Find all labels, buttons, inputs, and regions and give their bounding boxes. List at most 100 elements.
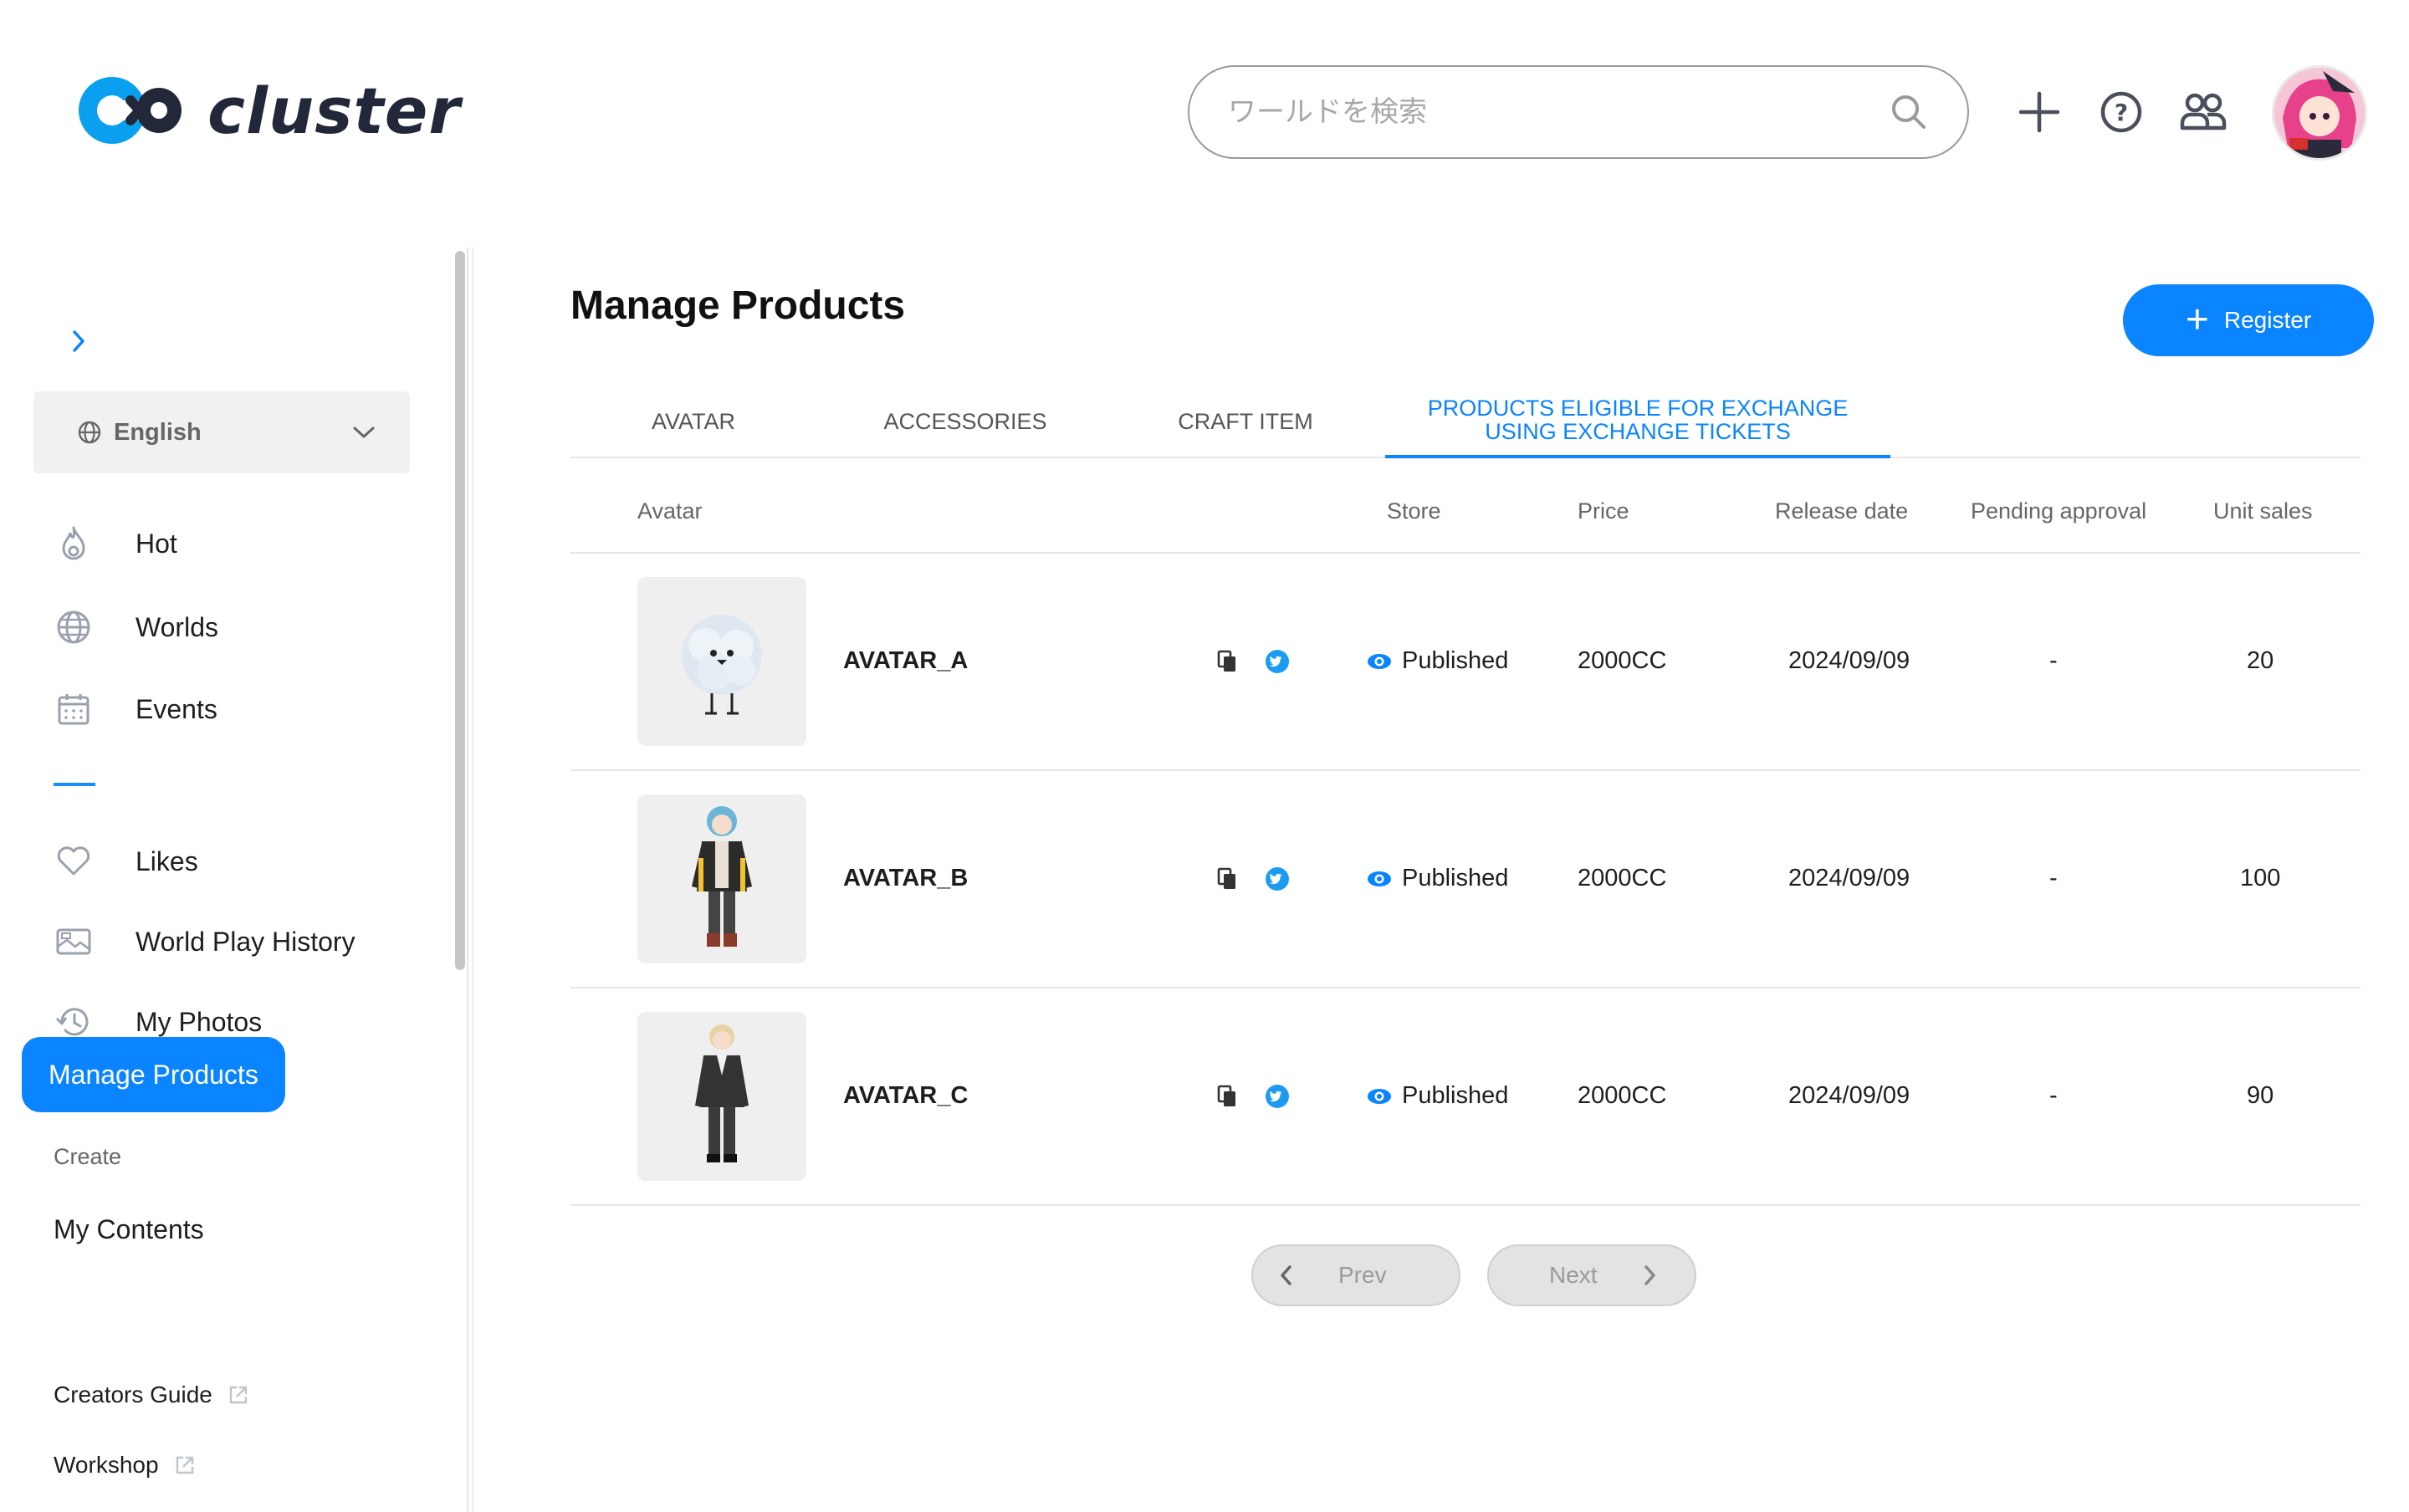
search-icon[interactable] bbox=[1889, 92, 1929, 132]
copy-link-button[interactable] bbox=[1215, 649, 1240, 674]
column-header-pending-approval: Pending approval bbox=[1971, 498, 2147, 524]
chevron-right-icon bbox=[1644, 1265, 1655, 1285]
sidebar-item-worlds[interactable]: Worlds bbox=[54, 602, 218, 652]
prev-page-button[interactable]: Prev bbox=[1251, 1244, 1460, 1306]
avatar-a-image bbox=[682, 615, 762, 715]
table-bottom-divider bbox=[570, 1204, 2360, 1206]
register-button[interactable]: + Register bbox=[2123, 284, 2374, 356]
cluster-logo[interactable]: cluster bbox=[72, 69, 461, 152]
content-divider bbox=[472, 248, 473, 1512]
sidebar-item-label: World Play History bbox=[136, 926, 355, 957]
sidebar-item-my-contents[interactable]: My Contents bbox=[54, 1214, 204, 1245]
heart-icon bbox=[54, 841, 94, 881]
clock-history-icon bbox=[54, 1002, 94, 1042]
eye-icon bbox=[1368, 871, 1391, 886]
column-header-store: Store bbox=[1387, 498, 1441, 524]
sidebar-item-likes[interactable]: Likes bbox=[54, 836, 198, 886]
create-section-label: Create bbox=[54, 1144, 122, 1169]
unit-sales-value: 90 bbox=[2247, 1082, 2274, 1109]
copy-icon bbox=[1217, 867, 1235, 889]
avatar-thumbnail[interactable] bbox=[637, 794, 806, 963]
product-name[interactable]: AVATAR_B bbox=[843, 865, 968, 892]
search-bar[interactable] bbox=[1188, 65, 1969, 159]
register-label: Register bbox=[2223, 307, 2312, 333]
chevron-left-icon bbox=[1281, 1265, 1291, 1285]
twitter-share-button[interactable] bbox=[1265, 649, 1290, 674]
price-value: 2000CC bbox=[1578, 647, 1667, 674]
pending-approval-value: - bbox=[2049, 647, 2058, 674]
unit-sales-value: 20 bbox=[2247, 647, 2274, 674]
release-date-value: 2024/09/09 bbox=[1788, 865, 1910, 891]
search-input[interactable] bbox=[1228, 95, 1889, 129]
row-divider bbox=[570, 987, 2360, 988]
sidebar-item-manage-products[interactable]: Manage Products bbox=[22, 1037, 285, 1112]
calendar-icon bbox=[54, 689, 94, 729]
copy-icon bbox=[1217, 650, 1235, 672]
pending-approval-value: - bbox=[2049, 865, 2058, 891]
copy-link-button[interactable] bbox=[1215, 1084, 1240, 1109]
eye-icon bbox=[1368, 1088, 1391, 1104]
chevron-down-icon bbox=[353, 427, 375, 438]
tab-avatar[interactable]: AVATAR bbox=[594, 385, 793, 458]
user-avatar[interactable] bbox=[2272, 65, 2367, 161]
tab-exchange-ticket-products[interactable]: PRODUCTS ELIGIBLE FOR EXCHANGE USING EXC… bbox=[1385, 385, 1890, 458]
twitter-icon bbox=[1266, 650, 1289, 673]
external-link-icon bbox=[176, 1456, 193, 1474]
table-header-divider bbox=[570, 552, 2360, 554]
section-divider bbox=[54, 783, 95, 786]
product-name[interactable]: AVATAR_A bbox=[843, 647, 968, 675]
unit-sales-value: 100 bbox=[2240, 865, 2281, 891]
help-button[interactable]: ? bbox=[2096, 87, 2146, 137]
tab-craft-item[interactable]: CRAFT ITEM bbox=[1123, 385, 1368, 458]
avatar-b-image bbox=[692, 806, 752, 947]
chevron-right-icon bbox=[73, 330, 84, 352]
column-header-avatar: Avatar bbox=[637, 498, 703, 524]
sidebar: English Hot Worlds Events Likes World Pl… bbox=[0, 248, 468, 1512]
sidebar-item-world-play-history[interactable]: World Play History bbox=[54, 917, 355, 967]
sidebar-item-label: Likes bbox=[136, 845, 198, 876]
brand-name: cluster bbox=[207, 73, 461, 148]
create-plus-button[interactable] bbox=[2014, 87, 2064, 137]
store-status-label: Published bbox=[1402, 865, 1509, 891]
twitter-icon bbox=[1266, 867, 1289, 891]
language-select[interactable]: English bbox=[33, 391, 410, 473]
column-header-price: Price bbox=[1578, 498, 1629, 524]
twitter-share-button[interactable] bbox=[1265, 1084, 1290, 1109]
sidebar-scrollbar-thumb[interactable] bbox=[455, 251, 465, 970]
friends-icon bbox=[2180, 93, 2227, 130]
cluster-logo-icon bbox=[79, 77, 182, 144]
sidebar-item-hot[interactable]: Hot bbox=[54, 518, 177, 569]
fire-icon bbox=[54, 524, 94, 564]
svg-text:?: ? bbox=[2115, 99, 2128, 126]
product-tabs: AVATAR ACCESSORIES CRAFT ITEM PRODUCTS E… bbox=[570, 385, 2360, 458]
help-icon: ? bbox=[2100, 91, 2142, 133]
globe-icon bbox=[54, 607, 94, 647]
twitter-icon bbox=[1266, 1085, 1289, 1108]
twitter-share-button[interactable] bbox=[1265, 866, 1290, 891]
price-value: 2000CC bbox=[1578, 1082, 1667, 1109]
sidebar-item-label: Workshop bbox=[54, 1452, 159, 1478]
pending-approval-value: - bbox=[2049, 1082, 2058, 1109]
sidebar-expand-button[interactable] bbox=[62, 324, 95, 358]
avatar-thumbnail[interactable] bbox=[637, 1012, 806, 1181]
release-date-value: 2024/09/09 bbox=[1788, 647, 1910, 674]
column-header-unit-sales: Unit sales bbox=[2213, 498, 2313, 524]
next-label: Next bbox=[1549, 1262, 1598, 1288]
sidebar-item-events[interactable]: Events bbox=[54, 684, 217, 734]
price-value: 2000CC bbox=[1578, 865, 1667, 891]
store-status-label: Published bbox=[1402, 1082, 1509, 1109]
page-title: Manage Products bbox=[570, 284, 906, 328]
friends-button[interactable] bbox=[2178, 87, 2228, 137]
product-name[interactable]: AVATAR_C bbox=[843, 1082, 968, 1110]
sidebar-item-workshop[interactable]: Workshop bbox=[54, 1452, 196, 1479]
copy-link-button[interactable] bbox=[1215, 866, 1240, 891]
next-page-button[interactable]: Next bbox=[1487, 1244, 1696, 1306]
release-date-value: 2024/09/09 bbox=[1788, 1082, 1910, 1109]
plus-icon: + bbox=[2185, 298, 2209, 342]
sidebar-item-creators-guide[interactable]: Creators Guide bbox=[54, 1382, 249, 1408]
tab-accessories[interactable]: ACCESSORIES bbox=[831, 385, 1099, 458]
avatar-thumbnail[interactable] bbox=[637, 577, 806, 746]
sidebar-item-label: Events bbox=[136, 693, 217, 724]
column-header-release-date: Release date bbox=[1775, 498, 1909, 524]
sidebar-item-label: My Photos bbox=[136, 1006, 263, 1037]
